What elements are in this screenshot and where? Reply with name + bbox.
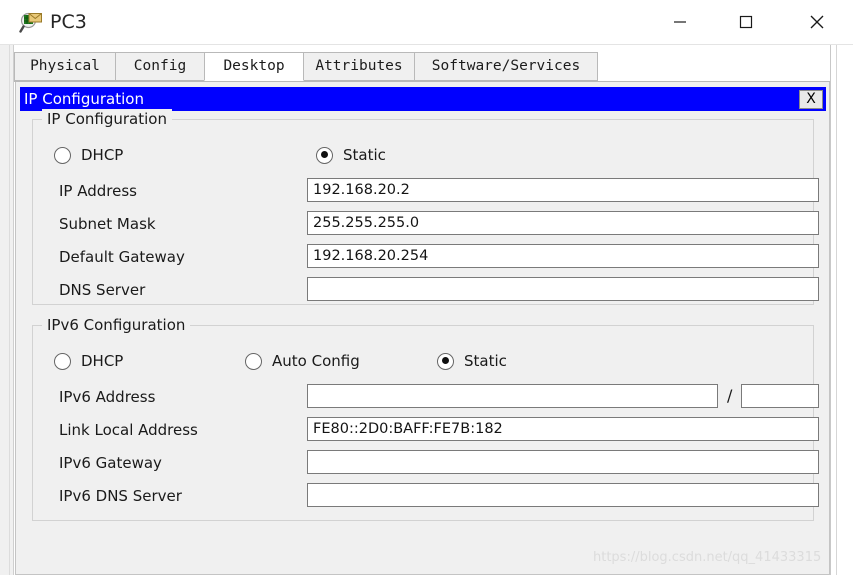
- maximize-icon: [739, 15, 753, 29]
- ipv4-dns-server-input[interactable]: [307, 277, 819, 301]
- ipv4-mode-dhcp-label: DHCP: [81, 146, 124, 164]
- ipv6-dns-server-input[interactable]: [307, 483, 819, 507]
- ipv6-dns-server-label: IPv6 DNS Server: [59, 487, 182, 505]
- ipv6-mode-dhcp[interactable]: DHCP: [54, 352, 123, 370]
- tab-config[interactable]: Config: [115, 52, 205, 81]
- radio-unselected-icon[interactable]: [54, 146, 71, 164]
- tab-desktop[interactable]: Desktop: [204, 52, 304, 81]
- scrollbar-track[interactable]: [836, 45, 837, 575]
- desktop-tab-panel: IP Configuration X IP Configuration DHCP…: [15, 82, 830, 575]
- ipv4-group-title: IP Configuration: [42, 109, 172, 129]
- close-icon: [810, 15, 824, 29]
- close-button[interactable]: [794, 0, 840, 44]
- ipv6-mode-static-label: Static: [464, 352, 507, 370]
- left-rail: [0, 45, 14, 575]
- window-title: PC3: [50, 11, 87, 33]
- ipv6-mode-static[interactable]: Static: [437, 352, 507, 370]
- radio-selected-icon[interactable]: [316, 146, 333, 164]
- ip-configuration-dialog-titlebar: IP Configuration X: [20, 87, 826, 111]
- ipv4-mode-dhcp[interactable]: DHCP: [54, 146, 123, 164]
- ipv4-mode-static[interactable]: Static: [316, 146, 386, 164]
- ipv4-configuration-group: IP Configuration DHCP Static IP Address …: [32, 109, 819, 305]
- minimize-button[interactable]: [657, 0, 703, 44]
- watermark: https://blog.csdn.net/qq_41433315: [593, 550, 822, 565]
- tab-software-services[interactable]: Software/Services: [414, 52, 598, 81]
- ipv4-subnet-mask-input[interactable]: [307, 211, 819, 235]
- minimize-icon: [674, 21, 686, 23]
- tab-physical[interactable]: Physical: [14, 52, 116, 81]
- ipv4-dns-server-label: DNS Server: [59, 281, 146, 299]
- device-tabs: Physical Config Desktop Attributes Softw…: [14, 52, 830, 82]
- left-rail-divider: [9, 45, 10, 575]
- window-titlebar: PC3: [0, 0, 853, 45]
- radio-unselected-icon[interactable]: [54, 352, 71, 370]
- ipv6-gateway-input[interactable]: [307, 450, 819, 474]
- ipv6-link-local-address-label: Link Local Address: [59, 421, 198, 439]
- ipv6-prefix-separator: /: [727, 386, 733, 405]
- ipv4-mode-static-label: Static: [343, 146, 386, 164]
- ipv4-subnet-mask-label: Subnet Mask: [59, 215, 156, 233]
- ipv6-mode-auto-config[interactable]: Auto Config: [245, 352, 360, 370]
- ip-configuration-dialog-title: IP Configuration: [24, 90, 144, 108]
- ipv6-mode-dhcp-label: DHCP: [81, 352, 124, 370]
- ipv6-link-local-address-input[interactable]: [307, 417, 819, 441]
- radio-selected-icon[interactable]: [437, 352, 454, 370]
- ip-configuration-close-button[interactable]: X: [799, 90, 823, 109]
- ipv6-prefix-length-input[interactable]: [741, 384, 819, 408]
- ipv6-address-label: IPv6 Address: [59, 388, 156, 406]
- packet-tracer-device-icon: [19, 10, 43, 34]
- maximize-button[interactable]: [723, 0, 769, 44]
- ipv6-address-input[interactable]: [307, 384, 718, 408]
- pc3-device-window: PC3 Physical Config Desktop Attributes S…: [0, 0, 853, 575]
- tab-attributes[interactable]: Attributes: [303, 52, 415, 81]
- vertical-scrollbar[interactable]: [830, 45, 853, 575]
- ipv6-configuration-group: IPv6 Configuration DHCP Auto Config Stat…: [32, 315, 819, 521]
- ipv4-ip-address-label: IP Address: [59, 182, 137, 200]
- ipv4-ip-address-input[interactable]: [307, 178, 819, 202]
- ipv6-mode-auto-config-label: Auto Config: [272, 352, 360, 370]
- ipv4-default-gateway-label: Default Gateway: [59, 248, 185, 266]
- ipv6-gateway-label: IPv6 Gateway: [59, 454, 162, 472]
- ipv4-default-gateway-input[interactable]: [307, 244, 819, 268]
- ip-configuration-dialog: IP Configuration X IP Configuration DHCP…: [20, 87, 826, 527]
- ipv6-group-title: IPv6 Configuration: [42, 315, 191, 335]
- radio-unselected-icon[interactable]: [245, 352, 262, 370]
